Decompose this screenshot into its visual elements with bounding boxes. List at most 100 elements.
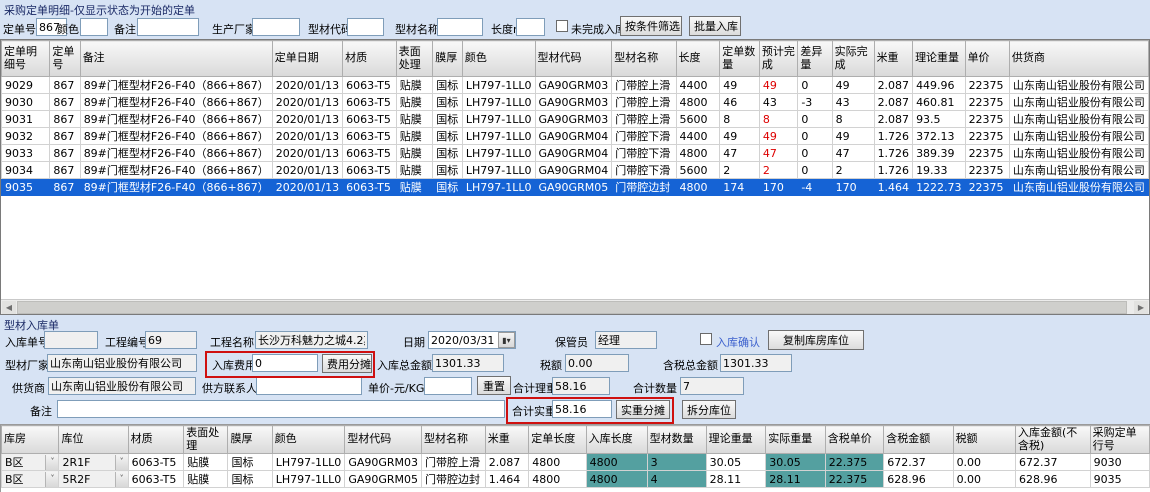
table-cell: 国标 xyxy=(228,454,272,471)
table-row[interactable]: 902986789#门框型材F26-F40（866+867）2020/01/13… xyxy=(2,77,1149,94)
keeper-input[interactable] xyxy=(595,331,657,349)
column-header[interactable]: 实际重量 xyxy=(766,426,826,454)
reset-button[interactable]: 重置 xyxy=(477,376,511,395)
column-header[interactable]: 库房 xyxy=(2,426,59,454)
combo-cell[interactable]: B区˅ xyxy=(2,471,59,488)
column-header[interactable]: 定单号 xyxy=(50,41,80,77)
total-theory-input[interactable] xyxy=(552,377,610,395)
column-header[interactable]: 含税单价 xyxy=(825,426,884,454)
chevron-down-icon[interactable]: ˅ xyxy=(115,455,128,470)
table-row[interactable]: B区˅5R2F˅6063-T5贴膜国标LH797-1LL0GA90GRM05门带… xyxy=(2,471,1150,488)
column-header[interactable]: 米重 xyxy=(874,41,913,77)
column-header[interactable]: 型材数量 xyxy=(647,426,706,454)
table-cell: 2020/01/13 xyxy=(272,77,342,94)
column-header[interactable]: 入库金额(不含税) xyxy=(1016,426,1091,454)
column-header[interactable]: 型材代码 xyxy=(345,426,422,454)
column-header[interactable]: 供货商 xyxy=(1009,41,1148,77)
column-header[interactable]: 型材代码 xyxy=(535,41,612,77)
table-row[interactable]: 903286789#门框型材F26-F40（866+867）2020/01/13… xyxy=(2,128,1149,145)
column-header[interactable]: 备注 xyxy=(80,41,272,77)
profile-name-filter-input[interactable] xyxy=(437,18,483,36)
table-cell: 170 xyxy=(759,179,797,196)
column-header[interactable]: 表面处理 xyxy=(184,426,228,454)
column-header[interactable]: 含税金额 xyxy=(884,426,953,454)
column-header[interactable]: 预计完成 xyxy=(759,41,797,77)
supplier-contact-input[interactable] xyxy=(256,377,362,395)
column-header[interactable]: 实际完成 xyxy=(832,41,874,77)
table-cell: 山东南山铝业股份有限公司 xyxy=(1009,179,1148,196)
column-header[interactable]: 米重 xyxy=(485,426,528,454)
column-header[interactable]: 税额 xyxy=(953,426,1015,454)
table-row[interactable]: 903486789#门框型材F26-F40（866+867）2020/01/13… xyxy=(2,162,1149,179)
combo-cell[interactable]: B区 ˅ xyxy=(2,454,59,471)
remark-filter-input[interactable] xyxy=(137,18,199,36)
horizontal-scrollbar[interactable]: ◀ ▶ xyxy=(1,299,1149,314)
filter-by-condition-button[interactable]: 按条件筛选 xyxy=(620,16,682,36)
factory-label: 型材厂家 xyxy=(5,357,49,373)
column-header[interactable]: 理论重量 xyxy=(913,41,966,77)
table-cell: 628.96 xyxy=(884,471,953,488)
column-header[interactable]: 单价 xyxy=(965,41,1009,77)
combo-value: B区 xyxy=(5,454,24,470)
column-header[interactable]: 型材名称 xyxy=(612,41,676,77)
split-location-button[interactable]: 拆分库位 xyxy=(682,400,736,419)
column-header[interactable]: 颜色 xyxy=(462,41,535,77)
table-row[interactable]: 903086789#门框型材F26-F40（866+867）2020/01/13… xyxy=(2,94,1149,111)
total-actual-input[interactable] xyxy=(552,400,612,418)
combo-cell[interactable]: 5R2F˅ xyxy=(59,471,128,488)
total-with-tax-input[interactable] xyxy=(720,354,792,372)
color-filter-input[interactable] xyxy=(80,18,108,36)
table-cell: 门带腔上滑 xyxy=(422,454,486,471)
table-row[interactable]: 903186789#门框型材F26-F40（866+867）2020/01/13… xyxy=(2,111,1149,128)
column-header[interactable]: 采购定单行号 xyxy=(1090,426,1149,454)
chevron-down-icon[interactable]: ˅ xyxy=(115,472,128,487)
unit-price-input[interactable] xyxy=(424,377,472,395)
fee-input[interactable] xyxy=(252,354,318,372)
total-qty-input[interactable] xyxy=(680,377,744,395)
combo-cell[interactable]: 2R1F˅ xyxy=(59,454,128,471)
fee-share-button[interactable]: 费用分摊 xyxy=(322,354,372,373)
chevron-down-icon[interactable]: ˅ xyxy=(45,455,58,470)
factory-input[interactable] xyxy=(47,354,197,372)
table-row[interactable]: 903386789#门框型材F26-F40（866+867）2020/01/13… xyxy=(2,145,1149,162)
column-header[interactable]: 材质 xyxy=(343,41,397,77)
project-no-input[interactable] xyxy=(145,331,197,349)
column-header[interactable]: 定单明细号 xyxy=(2,41,50,77)
batch-inbound-button[interactable]: 批量入库 xyxy=(689,16,741,36)
supplier-input[interactable] xyxy=(48,377,196,395)
scrollbar-thumb[interactable] xyxy=(17,301,1127,314)
column-header[interactable]: 定单日期 xyxy=(272,41,342,77)
table-cell: 867 xyxy=(50,162,80,179)
column-header[interactable]: 膜厚 xyxy=(433,41,463,77)
inbound-confirm-checkbox[interactable] xyxy=(700,333,712,345)
unfinished-inbound-checkbox[interactable] xyxy=(556,20,568,32)
column-header[interactable]: 长度 xyxy=(676,41,720,77)
total-amount-input[interactable] xyxy=(432,354,504,372)
column-header[interactable]: 定单长度 xyxy=(529,426,586,454)
column-header[interactable]: 理论重量 xyxy=(706,426,766,454)
column-header[interactable]: 库位 xyxy=(59,426,128,454)
column-header[interactable]: 型材名称 xyxy=(422,426,486,454)
scroll-right-icon[interactable]: ▶ xyxy=(1134,301,1148,314)
copy-location-button[interactable]: 复制库房库位 xyxy=(768,330,864,350)
manufacturer-input[interactable] xyxy=(252,18,300,36)
tax-input[interactable] xyxy=(565,354,629,372)
column-header[interactable]: 颜色 xyxy=(272,426,345,454)
remark-input[interactable] xyxy=(57,400,505,418)
column-header[interactable]: 定单数量 xyxy=(720,41,760,77)
actual-weight-share-button[interactable]: 实重分摊 xyxy=(616,400,670,419)
calendar-dropdown-button[interactable]: ▮▾ xyxy=(498,332,515,348)
table-row[interactable]: B区˅2R1F˅6063-T5贴膜国标LH797-1LL0GA90GRM03门带… xyxy=(2,454,1150,471)
length-filter-input[interactable] xyxy=(516,18,545,36)
column-header[interactable]: 膜厚 xyxy=(228,426,272,454)
table-row[interactable]: 903586789#门框型材F26-F40（866+867）2020/01/13… xyxy=(2,179,1149,196)
column-header[interactable]: 入库长度 xyxy=(586,426,647,454)
project-name-input[interactable] xyxy=(255,331,368,349)
column-header[interactable]: 材质 xyxy=(128,426,184,454)
receipt-no-input[interactable] xyxy=(44,331,98,349)
column-header[interactable]: 差异量 xyxy=(798,41,832,77)
chevron-down-icon[interactable]: ˅ xyxy=(45,472,58,487)
profile-code-filter-input[interactable] xyxy=(347,18,384,36)
scroll-left-icon[interactable]: ◀ xyxy=(2,301,16,314)
column-header[interactable]: 表面处理 xyxy=(396,41,433,77)
